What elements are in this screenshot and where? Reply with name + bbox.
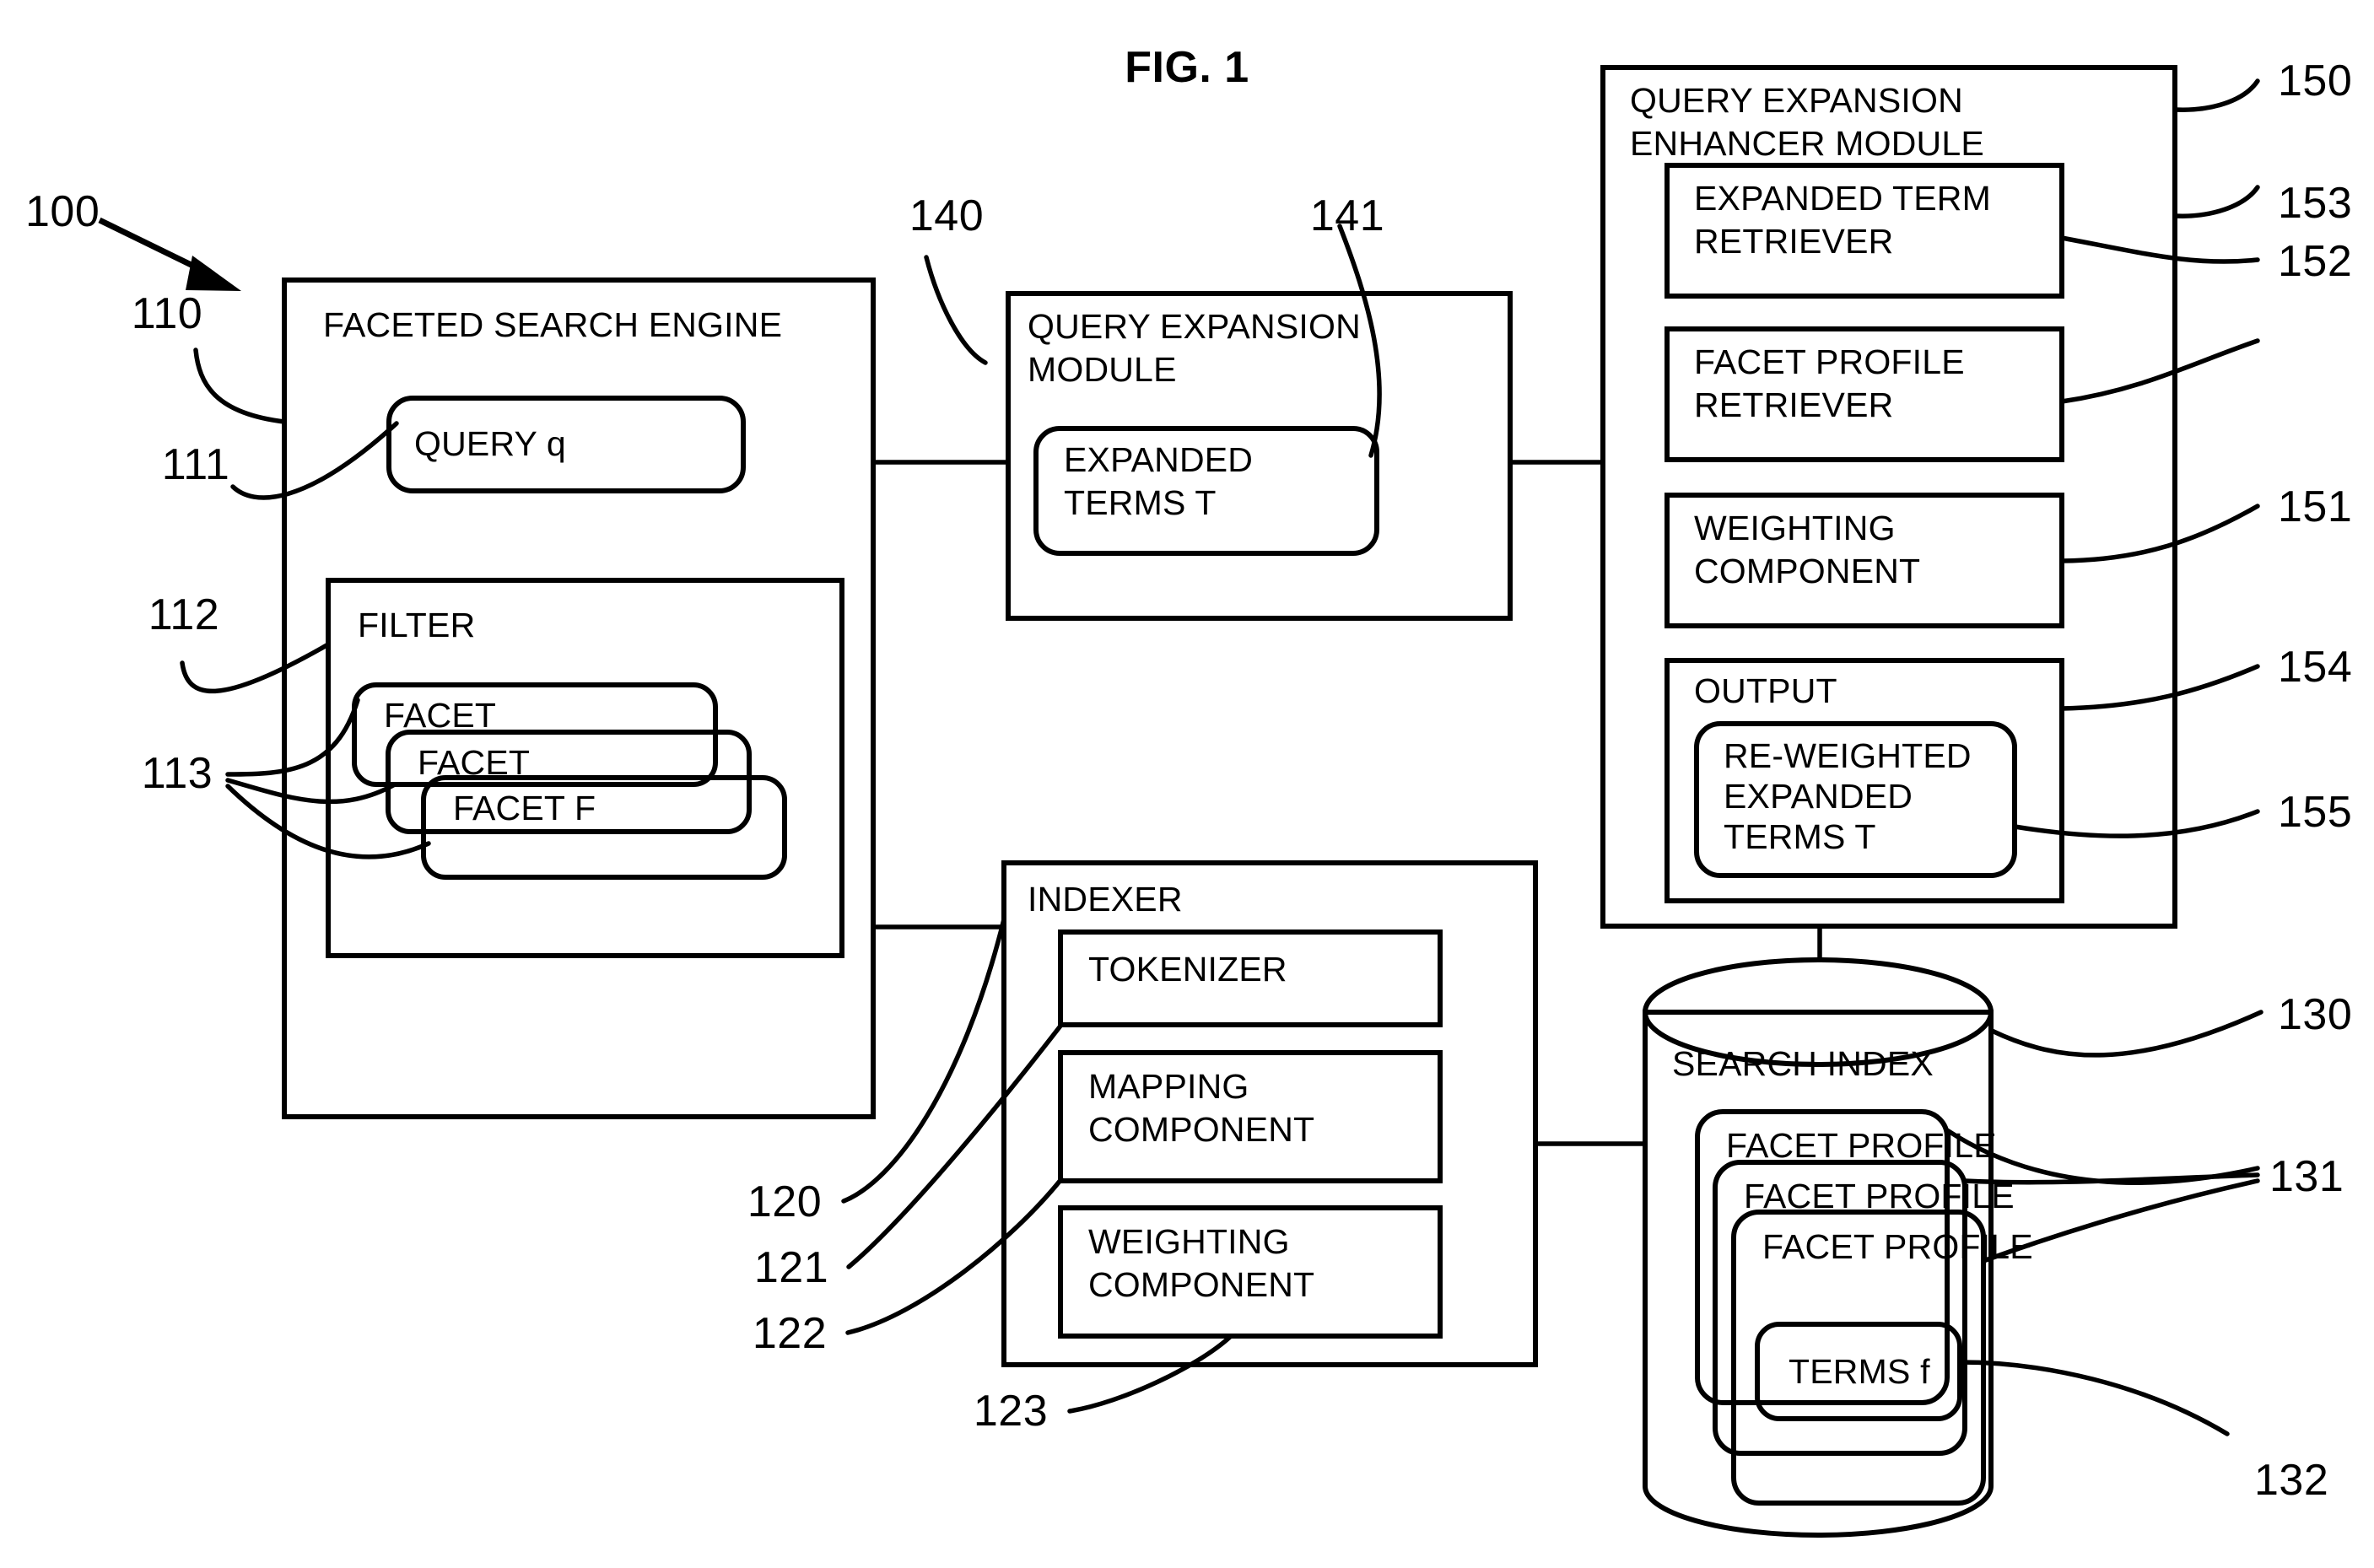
figure-canvas: FIG. 1 100 FACETED SEARCH ENGINE QUERY q…	[25, 43, 2352, 1538]
query-expansion-module-label-line2: MODULE	[1028, 350, 1177, 389]
search-index-block: SEARCH INDEX FACET PROFILE FACET PROFILE…	[1643, 957, 2033, 1538]
output-label: OUTPUT	[1694, 671, 1837, 710]
facet-label-1: FACET	[384, 696, 496, 735]
ref-label-150: 150	[2278, 57, 2352, 105]
ref-label-140: 140	[909, 191, 984, 240]
ref-label-113: 113	[142, 749, 213, 798]
ref-label-122: 122	[753, 1309, 827, 1358]
mapping-component-block: MAPPING COMPONENT	[1058, 1050, 1443, 1183]
ref-label-132: 132	[2254, 1456, 2328, 1505]
terms-f-label: TERMS f	[1789, 1352, 1930, 1391]
ref-label-155: 155	[2278, 788, 2352, 837]
query-block: QUERY q	[386, 396, 746, 493]
reweighted-terms-line2: EXPANDED	[1724, 777, 1913, 816]
ref-label-131: 131	[2269, 1152, 2344, 1201]
enhancer-weighting-component-line1: WEIGHTING	[1694, 509, 1896, 547]
enhancer-module-label-line2: ENHANCER MODULE	[1630, 124, 1984, 163]
reweighted-expanded-terms-block: RE-WEIGHTED EXPANDED TERMS T	[1694, 721, 2017, 878]
ref-label-152: 152	[2278, 237, 2352, 286]
search-index-facet-profile-stack: FACET PROFILE FACET PROFILE FACET PROFIL…	[1695, 1109, 2033, 1506]
faceted-search-engine-label: FACETED SEARCH ENGINE	[323, 305, 782, 344]
expanded-term-retriever-line1: EXPANDED TERM	[1694, 179, 1991, 218]
enhancer-weighting-component-line2: COMPONENT	[1694, 552, 1920, 590]
ref-label-153: 153	[2278, 179, 2352, 228]
ref-label-121: 121	[754, 1243, 828, 1292]
expanded-terms-line2: TERMS T	[1064, 483, 1217, 522]
tokenizer-label: TOKENIZER	[1088, 950, 1287, 989]
ref-label-151: 151	[2278, 482, 2352, 531]
ref-label-110: 110	[132, 289, 202, 338]
query-label: QUERY q	[414, 424, 566, 463]
system-pointer-arrow	[98, 217, 241, 291]
facet-profile-retriever-line1: FACET PROFILE	[1694, 342, 1965, 381]
facet-profile-retriever-block: FACET PROFILE RETRIEVER	[1664, 326, 2064, 462]
faceted-search-engine-block: FACETED SEARCH ENGINE QUERY q FILTER FAC…	[282, 277, 876, 1119]
ref-label-100: 100	[25, 187, 100, 236]
search-index-label: SEARCH INDEX	[1672, 1044, 1934, 1083]
search-index-facet-profile-label-1: FACET PROFILE	[1726, 1126, 1997, 1165]
enhancer-weighting-component-block: WEIGHTING COMPONENT	[1664, 493, 2064, 628]
ref-label-130: 130	[2278, 990, 2352, 1039]
ref-label-154: 154	[2278, 643, 2352, 692]
ref-label-111: 111	[162, 440, 230, 489]
ref-label-112: 112	[148, 590, 219, 639]
ref-label-120: 120	[747, 1177, 822, 1226]
query-expansion-enhancer-module-block: QUERY EXPANSION ENHANCER MODULE EXPANDED…	[1600, 65, 2177, 929]
mapping-component-line2: COMPONENT	[1088, 1110, 1314, 1149]
indexer-block: INDEXER TOKENIZER MAPPING COMPONENT WEIG…	[1001, 860, 1538, 1367]
filter-block: FILTER FACET FACET FACET F	[326, 578, 844, 958]
query-expansion-module-block: QUERY EXPANSION MODULE EXPANDED TERMS T	[1006, 291, 1513, 621]
expanded-terms-line1: EXPANDED	[1064, 440, 1253, 479]
indexer-label: INDEXER	[1028, 880, 1183, 919]
enhancer-module-label-line1: QUERY EXPANSION	[1630, 81, 1963, 120]
reweighted-terms-line3: TERMS T	[1724, 817, 1876, 856]
leaders-search-index	[1945, 1010, 2263, 1436]
patent-figure-1: FIG. 1 100 FACETED SEARCH ENGINE QUERY q…	[0, 0, 2374, 1568]
indexer-weighting-component-block: WEIGHTING COMPONENT	[1058, 1205, 1443, 1339]
query-expansion-module-label-line1: QUERY EXPANSION	[1028, 307, 1361, 346]
figure-title: FIG. 1	[1125, 43, 1249, 92]
ref-label-123: 123	[974, 1387, 1048, 1436]
facet-profile-retriever-line2: RETRIEVER	[1694, 385, 1893, 424]
tokenizer-block: TOKENIZER	[1058, 929, 1443, 1027]
ref-label-141: 141	[1310, 191, 1384, 240]
search-index-facet-profile-label-3: FACET PROFILE	[1762, 1227, 2033, 1266]
expanded-term-retriever-line2: RETRIEVER	[1694, 222, 1893, 261]
output-block: OUTPUT RE-WEIGHTED EXPANDED TERMS T	[1664, 658, 2064, 903]
filter-label: FILTER	[358, 606, 475, 644]
indexer-weighting-component-line1: WEIGHTING	[1088, 1222, 1290, 1261]
expanded-terms-block: EXPANDED TERMS T	[1033, 426, 1379, 556]
reweighted-terms-line1: RE-WEIGHTED	[1724, 736, 1972, 775]
indexer-weighting-component-line2: COMPONENT	[1088, 1265, 1314, 1304]
mapping-component-line1: MAPPING	[1088, 1067, 1249, 1106]
expanded-term-retriever-block: EXPANDED TERM RETRIEVER	[1664, 163, 2064, 299]
facet-label-3: FACET F	[453, 789, 596, 827]
